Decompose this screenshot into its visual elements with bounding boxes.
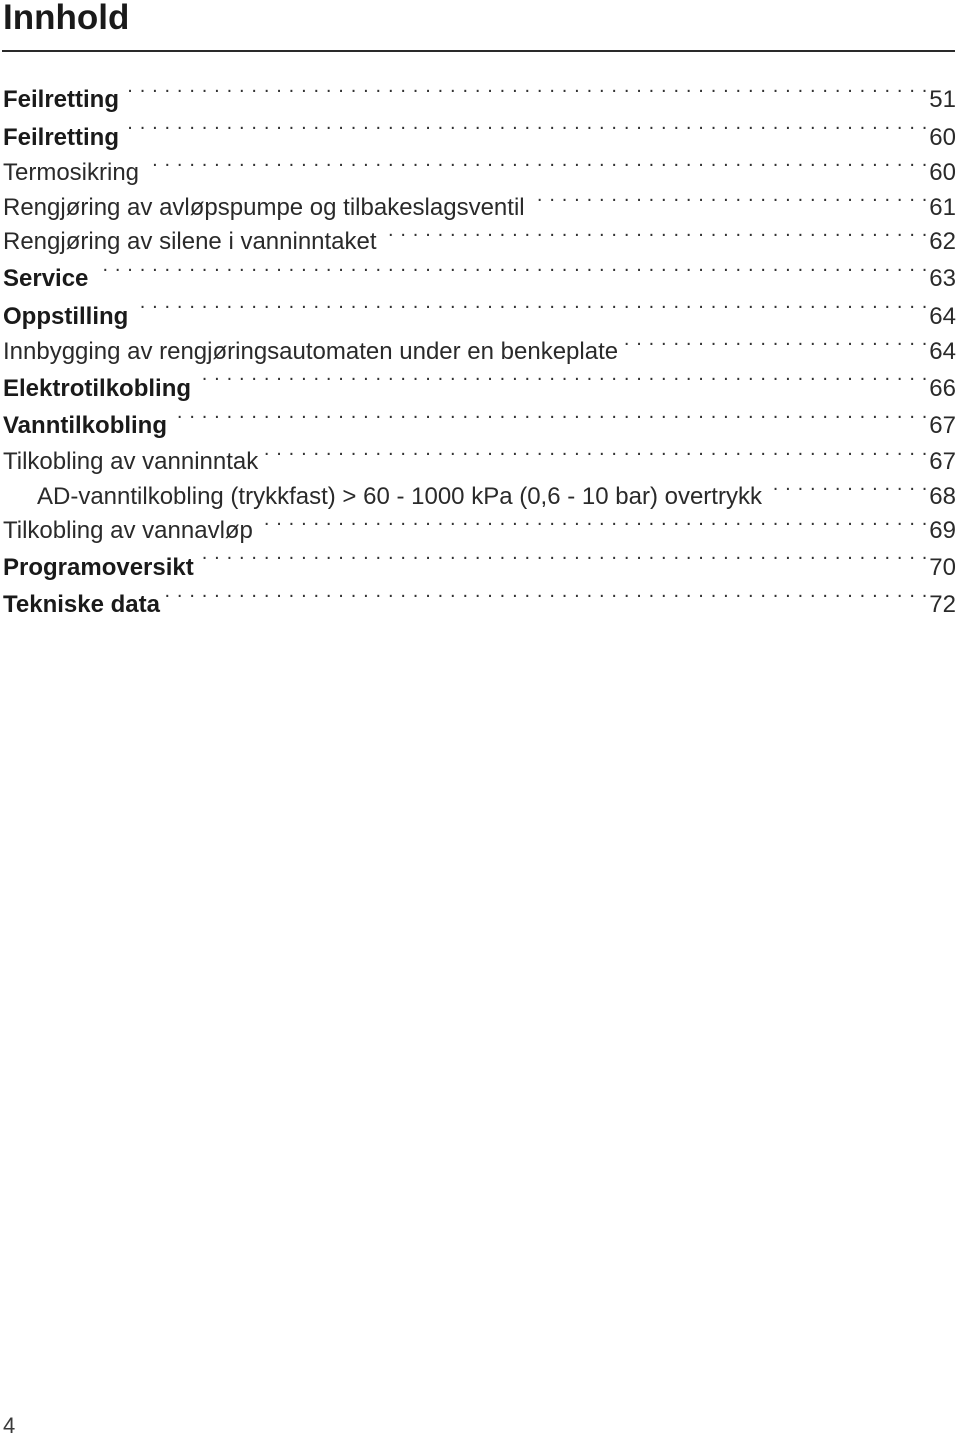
toc-entry-page: 51 bbox=[929, 86, 956, 113]
toc-entry-elektrotilkobling[interactable]: Elektrotilkobling 66 bbox=[3, 370, 956, 408]
dot-leader bbox=[125, 87, 927, 107]
page-title: Innhold bbox=[3, 0, 130, 37]
toc-entry-tilkobling-vannavlop[interactable]: Tilkobling av vannavløp 69 bbox=[3, 514, 956, 549]
toc-entry-page: 63 bbox=[929, 265, 956, 293]
toc-entry-page: 62 bbox=[929, 228, 956, 256]
toc-entry-label: Vanntilkobling bbox=[3, 412, 168, 440]
dot-leader bbox=[145, 160, 927, 180]
toc-entry-page: 60 bbox=[929, 123, 956, 151]
dot-leader bbox=[94, 266, 927, 286]
toc-entry-label: Rengjøring av avløpspumpe og tilbakeslag… bbox=[3, 193, 525, 221]
toc-entry-feilretting-51[interactable]: Feilretting 51 bbox=[3, 81, 956, 119]
dot-leader bbox=[134, 304, 927, 324]
toc-entry-label: Elektrotilkobling bbox=[3, 374, 192, 402]
dot-leader bbox=[383, 229, 928, 249]
toc-entry-page: 69 bbox=[929, 517, 956, 545]
toc-entry-page: 72 bbox=[929, 591, 956, 619]
dot-leader bbox=[125, 125, 927, 145]
dot-leader bbox=[166, 592, 927, 612]
dot-leader bbox=[624, 339, 927, 359]
toc-entry-label: Tilkobling av vannavløp bbox=[3, 517, 253, 545]
toc-entry-page: 68 bbox=[929, 482, 956, 510]
toc-entry-oppstilling[interactable]: Oppstilling 64 bbox=[3, 298, 956, 336]
toc-entry-tekniske-data[interactable]: Tekniske data 72 bbox=[3, 586, 956, 624]
toc-entry-label: Tilkobling av vanninntak bbox=[3, 447, 259, 475]
toc-entry-label: Feilretting bbox=[3, 86, 120, 113]
toc-entry-label: Tekniske data bbox=[3, 591, 160, 619]
toc-entry-page: 67 bbox=[929, 412, 956, 440]
dot-leader bbox=[531, 195, 928, 215]
toc-entry-feilretting-60[interactable]: Feilretting 60 bbox=[3, 119, 956, 157]
toc-entry-termosikring[interactable]: Termosikring 60 bbox=[3, 156, 956, 191]
toc-entry-service[interactable]: Service 63 bbox=[3, 260, 956, 298]
toc-entry-page: 64 bbox=[929, 302, 956, 330]
toc-entry-rengjoring-silene[interactable]: Rengjøring av silene i vanninntaket 62 bbox=[3, 225, 956, 260]
toc-entry-label: Programoversikt bbox=[3, 553, 194, 581]
toc-entry-ad-vanntilkobling[interactable]: AD-vanntilkobling (trykkfast) > 60 - 100… bbox=[3, 480, 956, 515]
dot-leader bbox=[768, 484, 927, 504]
toc-entry-tilkobling-vanninntak[interactable]: Tilkobling av vanninntak 67 bbox=[3, 445, 956, 480]
toc-entry-label: Termosikring bbox=[3, 159, 140, 186]
dot-leader bbox=[259, 518, 927, 538]
toc-entry-label: Innbygging av rengjøringsautomaten under… bbox=[3, 338, 619, 366]
toc-entry-programoversikt[interactable]: Programoversikt 70 bbox=[3, 549, 956, 587]
dot-leader bbox=[197, 376, 927, 396]
table-of-contents: Feilretting 51 Feilretting 60 Termosikri… bbox=[3, 81, 956, 624]
toc-entry-page: 60 bbox=[929, 159, 956, 186]
toc-entry-label: Feilretting bbox=[3, 123, 120, 151]
toc-entry-page: 70 bbox=[929, 553, 956, 581]
toc-entry-label: Oppstilling bbox=[3, 302, 129, 330]
toc-entry-page: 61 bbox=[929, 193, 956, 221]
dot-leader bbox=[200, 555, 928, 575]
toc-entry-vanntilkobling[interactable]: Vanntilkobling 67 bbox=[3, 407, 956, 445]
toc-entry-page: 67 bbox=[929, 447, 956, 475]
dot-leader bbox=[173, 413, 927, 433]
dot-leader bbox=[264, 449, 927, 469]
page-number: 4 bbox=[3, 1413, 16, 1438]
toc-entry-page: 64 bbox=[929, 338, 956, 366]
toc-entry-page: 66 bbox=[929, 374, 956, 402]
toc-entry-label: AD-vanntilkobling (trykkfast) > 60 - 100… bbox=[37, 482, 762, 510]
toc-entry-label: Rengjøring av silene i vanninntaket bbox=[3, 228, 377, 256]
toc-entry-label: Service bbox=[3, 265, 89, 293]
toc-entry-rengjoring-avlopspumpe[interactable]: Rengjøring av avløpspumpe og tilbakeslag… bbox=[3, 191, 956, 226]
toc-entry-innbygging[interactable]: Innbygging av rengjøringsautomaten under… bbox=[3, 335, 956, 370]
title-divider bbox=[2, 50, 955, 52]
